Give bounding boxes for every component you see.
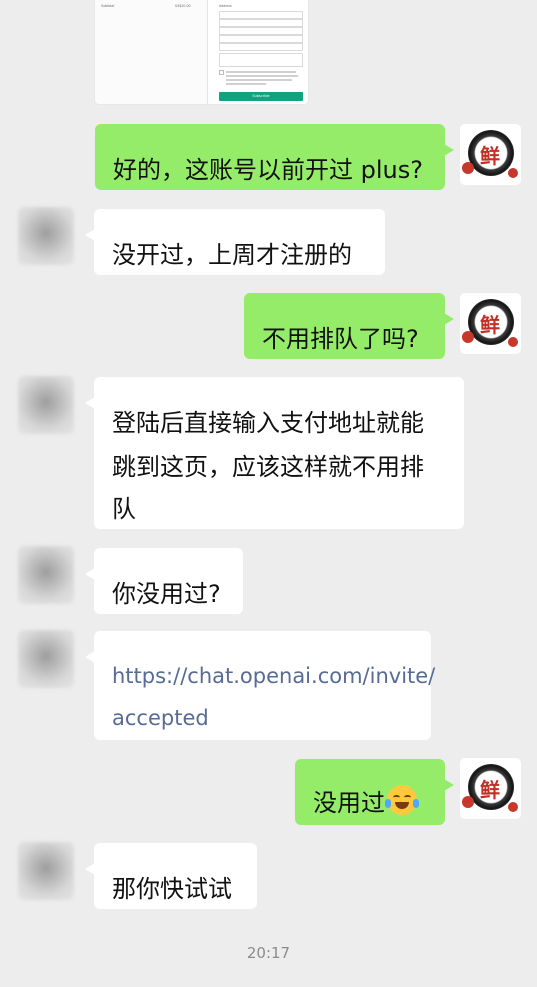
contact-avatar[interactable] <box>18 546 74 604</box>
timestamp: 20:17 <box>246 944 291 962</box>
invite-link[interactable]: accepted <box>112 703 417 731</box>
message-bubble-out[interactable]: 不用排队了吗? <box>244 293 454 359</box>
screenshot-subtotal-label: Subtotal <box>101 4 115 8</box>
my-avatar[interactable]: 鲜 <box>460 293 521 354</box>
message-bubble-in[interactable]: 你没用过? <box>85 548 243 614</box>
message-text: 不用排队了吗? <box>262 325 419 353</box>
contact-avatar[interactable] <box>18 207 74 265</box>
screenshot-checkbox <box>219 70 224 75</box>
screenshot-field <box>219 35 303 43</box>
message-bubble-in[interactable]: https://chat.openai.com/invite/ accepted <box>85 631 435 740</box>
screenshot-text-line <box>226 75 298 77</box>
screenshot-subtotal-value: US$20.00 <box>175 4 191 8</box>
message-bubble-in[interactable]: 那你快试试 <box>85 843 257 909</box>
screenshot-divider <box>207 0 208 104</box>
message-text: 那你快试试 <box>112 875 232 903</box>
message-text: 队 <box>112 495 136 523</box>
screenshot-notice-box <box>219 53 303 67</box>
contact-avatar[interactable] <box>18 842 74 900</box>
message-bubble-in[interactable]: 没开过，上周才注册的 <box>85 209 385 275</box>
payment-screenshot-image[interactable]: Subtotal US$20.00 Address Subscribe <box>95 0 308 104</box>
screenshot-field <box>219 19 303 27</box>
invite-link[interactable]: https://chat.openai.com/invite/ <box>112 661 435 689</box>
screenshot-address-label: Address <box>219 4 232 8</box>
screenshot-text-line <box>226 79 292 81</box>
message-bubble-out[interactable]: 好的，这账号以前开过 plus? <box>95 124 454 190</box>
message-text: 你没用过? <box>112 580 221 608</box>
my-avatar[interactable]: 鲜 <box>460 758 521 819</box>
contact-avatar[interactable] <box>18 376 74 434</box>
message-text: 登陆后直接输入支付地址就能 <box>112 409 424 437</box>
message-text: 好的，这账号以前开过 plus? <box>113 156 423 184</box>
screenshot-field <box>219 11 303 19</box>
message-text: 跳到这页，应该这样就不用排 <box>112 453 424 481</box>
screenshot-field <box>219 43 303 51</box>
message-text: 没用过 <box>313 783 431 818</box>
message-bubble-in[interactable]: 登陆后直接输入支付地址就能 跳到这页，应该这样就不用排 队 <box>85 377 464 529</box>
contact-avatar[interactable] <box>18 630 74 688</box>
screenshot-text-line <box>226 83 266 85</box>
my-avatar[interactable]: 鲜 <box>460 124 521 185</box>
laughing-crying-emoji-icon <box>385 785 419 815</box>
message-text: 没开过，上周才注册的 <box>112 241 352 269</box>
screenshot-text-line <box>226 71 296 73</box>
screenshot-left-panel <box>95 0 207 104</box>
screenshot-field <box>219 27 303 35</box>
message-bubble-out[interactable]: 没用过 <box>295 759 454 825</box>
screenshot-subscribe-button: Subscribe <box>219 92 303 101</box>
